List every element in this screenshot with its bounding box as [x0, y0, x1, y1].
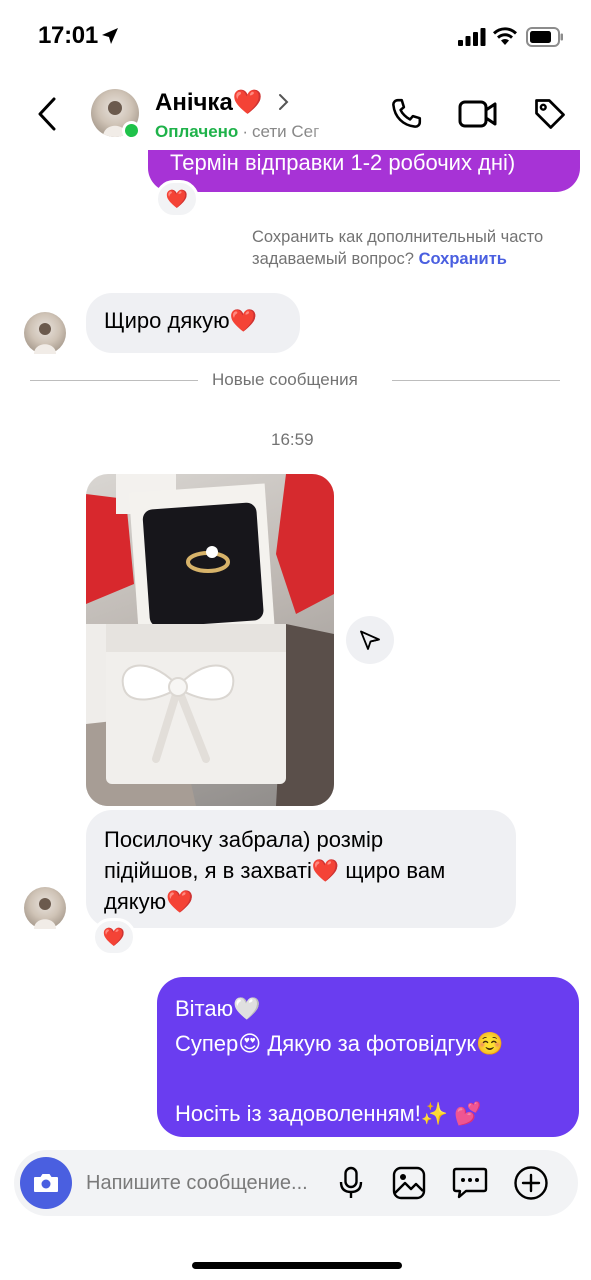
message-reaction[interactable]: ❤️ — [155, 180, 199, 218]
reply-line: Супер😍 Дякую за фотовідгук☺️ — [175, 1031, 504, 1056]
camera-icon — [34, 1174, 58, 1192]
call-button[interactable] — [386, 94, 426, 134]
tag-icon — [535, 99, 565, 129]
microphone-icon — [339, 1166, 363, 1198]
phone-icon — [392, 98, 422, 128]
chat-bubble-icon — [452, 1167, 488, 1199]
new-messages-divider-label: Новые сообщения — [212, 370, 358, 389]
status-separator: · — [242, 122, 248, 141]
caption-line: підійшов, я в захваті❤️ щиро вам — [104, 858, 446, 883]
send-icon — [360, 630, 380, 650]
voice-message-button[interactable] — [332, 1164, 370, 1202]
contact-status: Оплачено · сети Сег — [155, 122, 365, 142]
photo-message[interactable] — [86, 474, 334, 806]
sender-avatar[interactable] — [24, 887, 66, 929]
reply-line: Вітаю🤍 — [175, 996, 261, 1021]
plus-circle-icon — [514, 1166, 548, 1200]
caption-line: Посилочку забрала) розмір — [104, 827, 384, 852]
wifi-icon — [493, 27, 517, 45]
heart-reaction: ❤️ — [102, 926, 126, 947]
reply-line — [175, 1061, 579, 1096]
reply-line: Носіть із задоволенням!✨ 💕 — [175, 1101, 482, 1126]
caption-line: дякую❤️ — [104, 889, 194, 914]
online-indicator — [122, 121, 141, 140]
message-reaction[interactable]: ❤️ — [92, 918, 136, 956]
label-button[interactable] — [530, 94, 570, 134]
divider-line-right — [392, 380, 560, 381]
status-time: 17:01 — [38, 22, 98, 49]
outgoing-message-text: Термін відправки 1-2 робочих дні) — [170, 150, 516, 175]
chat-header: Анічка❤️ Оплачено · сети Сег — [0, 80, 591, 150]
back-button[interactable] — [30, 94, 64, 134]
battery-icon — [526, 27, 563, 47]
contact-name[interactable]: Анічка❤️ — [155, 88, 263, 117]
message-input[interactable]: Напишите сообщение... — [86, 1172, 308, 1195]
image-icon — [392, 1166, 426, 1200]
status-bar: 17:01 — [0, 0, 591, 72]
outgoing-message-bubble[interactable]: Вітаю🤍 Супер😍 Дякую за фотовідгук☺️ Носі… — [157, 977, 579, 1137]
message-composer: Напишите сообщение... — [14, 1150, 578, 1216]
paid-label: Оплачено — [155, 122, 239, 141]
chevron-left-icon — [38, 97, 56, 131]
incoming-message-bubble[interactable]: Щиро дякую❤️ — [86, 293, 300, 353]
incoming-message-text: Щиро дякую❤️ — [104, 308, 258, 333]
video-camera-icon — [458, 100, 497, 128]
chevron-right-icon[interactable] — [278, 92, 290, 112]
share-button[interactable] — [346, 616, 394, 664]
sender-avatar[interactable] — [24, 312, 66, 354]
faq-save-link[interactable]: Сохранить — [419, 250, 507, 268]
faq-suggestion: Сохранить как дополнительный часто задав… — [252, 226, 582, 270]
video-call-button[interactable] — [458, 94, 498, 134]
quick-replies-button[interactable] — [451, 1164, 489, 1202]
location-arrow-icon — [102, 28, 118, 44]
heart-reaction: ❤️ — [165, 188, 189, 209]
cellular-signal-icon — [458, 28, 486, 46]
more-options-button[interactable] — [512, 1164, 550, 1202]
divider-line-left — [30, 380, 198, 381]
camera-button[interactable] — [20, 1157, 72, 1209]
gallery-button[interactable] — [390, 1164, 428, 1202]
incoming-message-bubble[interactable]: Посилочку забрала) розмір підійшов, я в … — [86, 810, 516, 928]
home-indicator — [192, 1262, 402, 1269]
message-timestamp: 16:59 — [271, 430, 314, 449]
